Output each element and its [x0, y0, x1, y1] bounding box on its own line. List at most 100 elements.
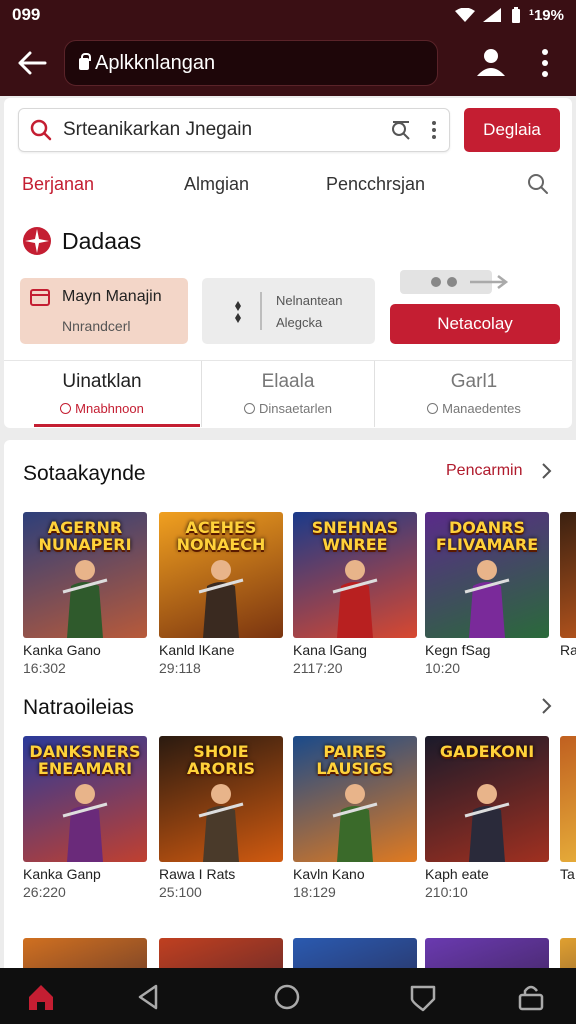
lock-icon [79, 53, 91, 70]
sub-tab-label: Garl1 [450, 371, 498, 392]
game-card[interactable]: DANKSNERS ENEAMARI Kanka Ganp 26:220 [23, 736, 147, 900]
search-placeholder: Srteanikarkan Jnegain [63, 119, 253, 140]
game-card[interactable]: AGERNR NUNAPERI Kanka Gano 16:302 [23, 512, 147, 676]
sub-tab-caption: Dinsaetarlen [259, 401, 332, 416]
lock-open-icon[interactable] [516, 982, 546, 1012]
game-thumbnail: DOANRS FLIVAMARE [425, 512, 549, 638]
chevron-right-icon[interactable] [540, 462, 552, 480]
game-thumbnail: SNEHNAS WNREE [293, 512, 417, 638]
header-card: Srteanikarkan Jnegain Deglaia Berjanan A… [4, 98, 572, 428]
game-name: Kanka Ganp [23, 866, 101, 882]
back-triangle-icon[interactable] [134, 982, 164, 1012]
back-button[interactable] [0, 30, 64, 96]
battery-icon [511, 7, 520, 23]
game-name: Kana lGang [293, 642, 367, 658]
tab-almgian[interactable]: Almgian [184, 174, 249, 195]
toggle-switch[interactable] [400, 268, 520, 296]
game-name: Kavln Kano [293, 866, 365, 882]
manage-tile[interactable]: Mayn Manajin Nnrandcerl [20, 278, 188, 344]
brand-name: Dadaas [62, 228, 142, 254]
game-card[interactable]: DOANRS FLIVAMARE Kegn fSag 10:20 [425, 512, 549, 676]
game-card[interactable]: PAIRES LAUSIGS Kavln Kano 18:129 [293, 736, 417, 900]
status-time: 099 [12, 5, 41, 24]
game-card[interactable]: Ta [560, 736, 576, 884]
game-thumbnail [560, 736, 576, 862]
game-thumbnail: ACEHES NONAECH [159, 512, 283, 638]
game-name: Kegn fSag [425, 642, 491, 658]
game-art-title: AGERNR NUNAPERI [38, 518, 132, 554]
tile-title: Mayn Manajin [62, 288, 162, 305]
home-circle-icon[interactable] [272, 982, 302, 1012]
tab-pencchrsjan[interactable]: Pencchrsjan [326, 174, 425, 195]
content-card: Sotaakaynde Pencarmin AGERNR NUNAPERI Kan… [4, 440, 576, 970]
search-icon[interactable] [526, 172, 550, 196]
account-icon[interactable] [472, 44, 510, 82]
game-meta: 25:100 [159, 884, 202, 900]
wifi-icon [454, 8, 475, 22]
game-name: Kaph eate [425, 866, 489, 882]
game-card[interactable]: SNEHNAS WNREE Kana lGang 2117:20 [293, 512, 417, 676]
slider-icon [235, 301, 241, 323]
game-thumbnail: GADEKONI [425, 736, 549, 862]
game-meta: 16:302 [23, 660, 66, 676]
search-input[interactable]: Srteanikarkan Jnegain [18, 108, 450, 152]
game-thumbnail[interactable] [159, 938, 283, 970]
game-thumbnail: SHOIE ARORIS [159, 736, 283, 862]
home-icon[interactable] [26, 982, 56, 1012]
sub-tab-2[interactable]: Elaala Dinsaetarlen [201, 361, 375, 427]
active-tab-indicator [34, 424, 200, 427]
game-meta: 29:118 [159, 660, 201, 676]
game-art-title: DANKSNERS ENEAMARI [29, 742, 141, 778]
browser-bar: Aplkknlangan [0, 30, 576, 96]
folder-icon [30, 289, 50, 306]
sub-tab-1[interactable]: Uinatklan Mnabhnoon [4, 361, 200, 427]
voice-search-icon[interactable] [389, 118, 413, 142]
section-title: Natraoileias [23, 696, 134, 719]
game-meta: 18:129 [293, 884, 336, 900]
settings-tile[interactable]: Nelnantean Alegcka [202, 278, 375, 344]
game-card[interactable]: SHOIE ARORIS Rawa I Rats 25:100 [159, 736, 283, 900]
section-title: Sotaakaynde [23, 462, 146, 485]
clock-icon [244, 403, 255, 414]
game-art-title: DOANRS FLIVAMARE [435, 518, 539, 554]
game-thumbnail: DANKSNERS ENEAMARI [23, 736, 147, 862]
sub-tab-caption: Mnabhnoon [75, 401, 144, 416]
game-art-title: SHOIE ARORIS [186, 742, 256, 778]
game-name: Kanka Gano [23, 642, 101, 658]
game-name: Rawa I Rats [159, 866, 236, 882]
game-name: Ra [560, 642, 576, 658]
game-meta: 10:20 [425, 660, 461, 676]
game-meta: 26:220 [23, 884, 66, 900]
game-card[interactable]: GADEKONI Kaph eate 210:10 [425, 736, 549, 900]
minus-circle-icon [427, 403, 439, 414]
game-meta: 2117:20 [293, 660, 343, 676]
chevron-right-icon[interactable] [540, 697, 552, 715]
tab-berjanan[interactable]: Berjanan [22, 174, 94, 195]
game-card[interactable]: ACEHES NONAECH Kanld lKane 29:118 [159, 512, 283, 676]
game-thumbnail[interactable] [560, 938, 576, 970]
sub-tab-caption: Manaedentes [442, 401, 521, 416]
status-bar: 099 ¹19% [0, 0, 576, 30]
game-thumbnail[interactable] [23, 938, 147, 970]
sub-tab-3[interactable]: Garl1 Manaedentes [376, 361, 572, 427]
game-art-title: GADEKONI [439, 742, 535, 761]
game-thumbnail[interactable] [425, 938, 549, 970]
tile-subtitle: Nnrandcerl [62, 318, 131, 334]
more-vert-icon[interactable] [532, 44, 558, 82]
see-more-link[interactable]: Pencarmin [446, 462, 522, 480]
netacolay-button[interactable]: Netacolay [390, 304, 560, 344]
search-button[interactable]: Deglaia [464, 108, 560, 152]
game-art-title: PAIRES LAUSIGS [316, 742, 394, 778]
game-card[interactable]: Ra [560, 512, 576, 660]
shield-icon[interactable] [408, 982, 438, 1012]
search-options-icon[interactable] [429, 118, 439, 142]
url-bar[interactable]: Aplkknlangan [64, 40, 438, 86]
game-thumbnail: AGERNR NUNAPERI [23, 512, 147, 638]
tile-line2: Alegcka [276, 315, 323, 330]
sub-tab-label: Uinatklan [62, 371, 142, 392]
game-name: Ta [560, 866, 575, 882]
circle-icon [60, 403, 72, 414]
search-icon [30, 119, 52, 141]
game-art-title: ACEHES NONAECH [176, 518, 266, 554]
game-thumbnail[interactable] [293, 938, 417, 970]
